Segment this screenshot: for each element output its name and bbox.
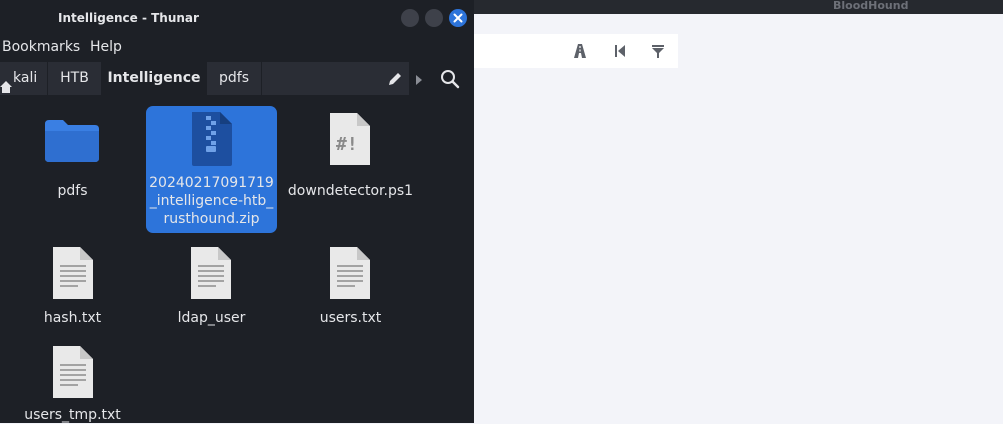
file-item-hash[interactable]: hash.txt	[7, 241, 138, 336]
path-entry-area[interactable]	[262, 62, 409, 95]
filter-icon[interactable]	[649, 42, 667, 60]
thunar-window: Intelligence - Thunar Bookmarks Help kal…	[0, 0, 474, 423]
folder-icon	[45, 120, 99, 162]
zip-archive-icon	[192, 112, 232, 166]
close-button[interactable]	[449, 9, 467, 27]
file-item-zip[interactable]: 20240217091719_intelligence-htb_rusthoun…	[146, 106, 277, 233]
file-item-users-tmp[interactable]: users_tmp.txt	[7, 339, 138, 423]
menu-bookmarks[interactable]: Bookmarks	[2, 39, 80, 55]
svg-text:#!: #!	[336, 134, 358, 155]
crumb-htb[interactable]: HTB	[48, 62, 102, 95]
file-item-downdetector[interactable]: #! downdetector.ps1	[285, 106, 416, 233]
text-file-icon	[53, 247, 93, 299]
search-icon[interactable]	[440, 69, 460, 93]
pencil-icon[interactable]	[388, 71, 402, 90]
text-file-icon	[330, 247, 370, 299]
path-bar: kali HTB Intelligence pdfs	[0, 62, 474, 96]
maximize-button[interactable]	[425, 9, 443, 27]
window-title: Intelligence - Thunar	[58, 11, 199, 25]
back-icon[interactable]	[611, 42, 629, 60]
chevron-right-icon[interactable]	[413, 72, 425, 91]
close-icon	[453, 13, 463, 23]
file-label: users.txt	[319, 310, 382, 326]
file-label: hash.txt	[43, 310, 102, 326]
file-label: users_tmp.txt	[24, 407, 121, 423]
file-label: downdetector.ps1	[287, 183, 414, 199]
crumb-pdfs[interactable]: pdfs	[207, 62, 262, 95]
file-item-pdfs[interactable]: pdfs	[7, 106, 138, 233]
crumb-kali[interactable]: kali	[0, 62, 48, 95]
crumb-intelligence[interactable]: Intelligence	[102, 62, 207, 95]
minimize-button[interactable]	[401, 9, 419, 27]
bloodhound-search-toolbar	[474, 34, 678, 68]
thunar-titlebar[interactable]: Intelligence - Thunar	[0, 0, 474, 36]
script-file-icon: #!	[330, 113, 370, 165]
text-file-icon	[191, 247, 231, 299]
text-file-icon	[53, 346, 93, 398]
file-item-users[interactable]: users.txt	[285, 241, 416, 336]
file-label: 20240217091719_intelligence-htb_rusthoun…	[149, 175, 274, 227]
bloodhound-window-title: BloodHound	[833, 0, 909, 12]
file-label: ldap_user	[177, 310, 246, 326]
file-label: pdfs	[57, 183, 88, 199]
home-icon	[0, 73, 12, 93]
path-icon[interactable]	[571, 42, 589, 60]
menu-help[interactable]: Help	[90, 39, 122, 55]
file-icon-view[interactable]: pdfs 20240217091719_intelligence-htb_rus…	[0, 98, 474, 423]
menu-bar: Bookmarks Help	[0, 36, 474, 60]
file-item-ldap-user[interactable]: ldap_user	[146, 241, 277, 336]
